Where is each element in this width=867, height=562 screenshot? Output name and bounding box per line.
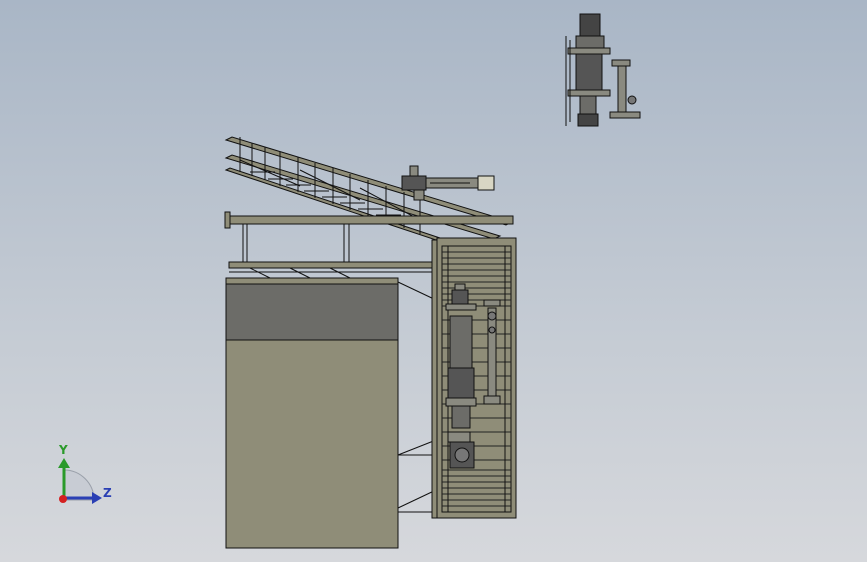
cad-graphics-area[interactable]: Y Z <box>0 0 867 562</box>
model-view[interactable] <box>0 0 867 562</box>
detached-pump-assembly[interactable] <box>565 13 641 127</box>
z-axis-arrowhead <box>92 492 102 504</box>
y-axis-label: Y <box>59 443 68 457</box>
y-axis-arrowhead <box>58 458 70 468</box>
tank-body[interactable] <box>225 277 399 549</box>
support-struts[interactable] <box>397 239 439 519</box>
coordinate-triad <box>58 458 102 504</box>
z-axis-label: Z <box>103 486 112 500</box>
cantilever-pump[interactable] <box>401 165 495 201</box>
triad-arc <box>63 469 95 501</box>
triad-origin <box>59 495 67 503</box>
